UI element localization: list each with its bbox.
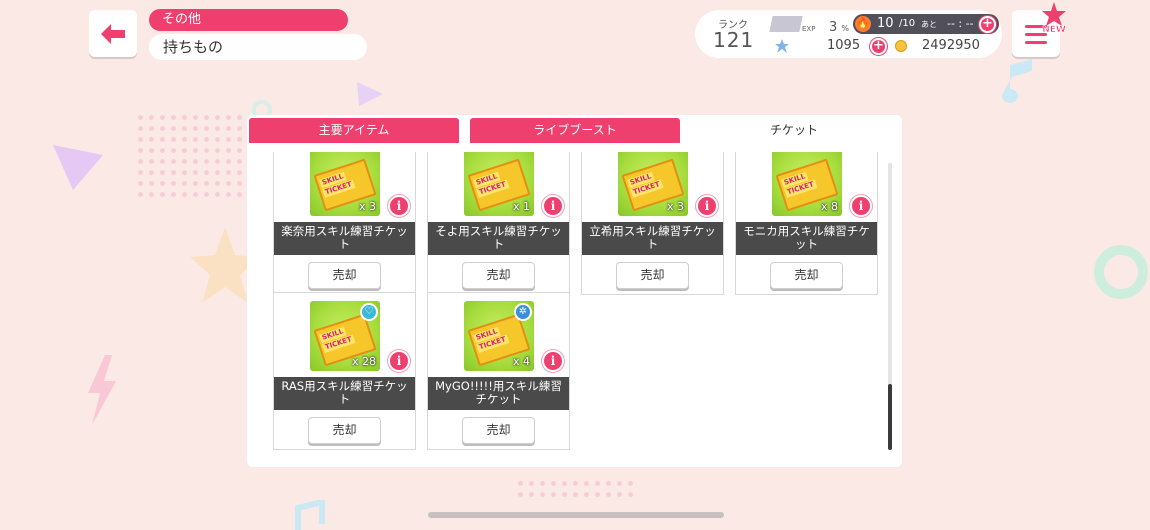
sell-button[interactable]: 売却	[770, 262, 843, 289]
background-triangle-icon	[53, 145, 103, 190]
exp-label: EXP	[802, 25, 816, 33]
ticket-item-card[interactable]: SKILL TICKET x 8 i モニカ用スキル練習チケット 売却	[735, 152, 878, 295]
star-count: 1095	[827, 38, 861, 53]
home-indicator	[428, 512, 724, 518]
skill-ticket-icon: SKILL TICKET x 1	[464, 152, 534, 216]
boost-remaining-label: あと	[921, 20, 937, 29]
category-label: その他	[149, 9, 348, 31]
sell-button[interactable]: 売却	[308, 417, 381, 444]
page-title: 持ちもの	[149, 34, 367, 60]
add-star-button[interactable]: +	[870, 38, 887, 55]
exp-bar	[769, 16, 803, 32]
ticket-name: MyGO!!!!!用スキル練習チケット	[428, 377, 569, 410]
boost-value: 10	[877, 16, 894, 31]
ticket-count: x 28	[351, 355, 376, 368]
background-note-icon	[295, 500, 325, 530]
scrollbar[interactable]	[888, 163, 892, 450]
items-panel: 主要アイテム ライブブースト チケット SKILL TICKET x 3 i 楽…	[247, 115, 902, 467]
ticket-count: x 4	[512, 355, 530, 368]
background-dots	[515, 478, 635, 498]
ticket-count: x 8	[820, 200, 838, 213]
info-icon[interactable]: i	[696, 195, 718, 217]
mygo-band-icon: ✲	[514, 303, 532, 321]
sell-button[interactable]: 売却	[308, 262, 381, 289]
add-boost-button[interactable]: +	[979, 16, 996, 33]
ticket-name: モニカ用スキル練習チケット	[736, 222, 877, 255]
background-bolt-icon	[88, 355, 116, 425]
ticket-count: x 3	[358, 200, 376, 213]
boost-timer: -- : --	[947, 17, 974, 30]
ticket-count: x 3	[666, 200, 684, 213]
info-icon[interactable]: i	[388, 195, 410, 217]
coin-icon	[895, 40, 907, 52]
tab-live-boost[interactable]: ライブブースト	[470, 118, 680, 143]
exp-percent: 3 %	[829, 20, 849, 35]
info-icon[interactable]: i	[388, 350, 410, 372]
new-badge-icon: NEW	[1042, 2, 1066, 34]
sell-button[interactable]: 売却	[616, 262, 689, 289]
skill-ticket-icon: SKILL TICKET x 3	[618, 152, 688, 216]
sell-button[interactable]: 売却	[462, 417, 535, 444]
background-dots	[135, 112, 245, 202]
ticket-item-card[interactable]: SKILL TICKET x 4 ✲ i MyGO!!!!!用スキル練習チケット…	[427, 292, 570, 450]
ticket-item-card[interactable]: SKILL TICKET x 3 i 楽奈用スキル練習チケット 売却	[273, 152, 416, 295]
sell-button[interactable]: 売却	[462, 262, 535, 289]
breadcrumb: その他 持ちもの	[149, 9, 369, 60]
boost-max: /10	[899, 18, 916, 29]
info-icon[interactable]: i	[542, 195, 564, 217]
tab-tickets[interactable]: チケット	[688, 118, 900, 143]
skill-ticket-icon: SKILL TICKET x 28 ♡	[310, 301, 380, 371]
exp-percent-unit: %	[841, 24, 850, 33]
back-arrow-icon	[101, 23, 125, 44]
ticket-item-card[interactable]: SKILL TICKET x 1 i そよ用スキル練習チケット 売却	[427, 152, 570, 295]
ticket-item-card[interactable]: SKILL TICKET x 3 i 立希用スキル練習チケット 売却	[581, 152, 724, 295]
skill-ticket-icon: SKILL TICKET x 4 ✲	[464, 301, 534, 371]
player-status: ランク 121 EXP 3 % 🔥 10 /10 あと -- : -- + 10…	[695, 10, 1002, 58]
skill-ticket-icon: SKILL TICKET x 8	[772, 152, 842, 216]
ticket-name: 立希用スキル練習チケット	[582, 222, 723, 255]
ticket-grid[interactable]: SKILL TICKET x 3 i 楽奈用スキル練習チケット 売却 SKILL…	[247, 152, 887, 455]
ticket-count: x 1	[512, 200, 530, 213]
ticket-name: RAS用スキル練習チケット	[274, 377, 415, 410]
rank-value: 121	[713, 28, 755, 52]
back-button[interactable]	[89, 10, 137, 57]
ticket-item-card[interactable]: SKILL TICKET x 28 ♡ i RAS用スキル練習チケット 売却	[273, 292, 416, 450]
info-icon[interactable]: i	[850, 195, 872, 217]
scrollbar-thumb[interactable]	[888, 384, 892, 450]
ticket-name: 楽奈用スキル練習チケット	[274, 222, 415, 255]
background-ring-icon	[1094, 245, 1148, 299]
skill-ticket-icon: SKILL TICKET x 3	[310, 152, 380, 216]
ras-band-icon: ♡	[360, 303, 378, 321]
new-badge-text: NEW	[1042, 25, 1066, 34]
live-boost-pill: 🔥 10 /10 あと -- : --	[853, 14, 999, 34]
ticket-name: そよ用スキル練習チケット	[428, 222, 569, 255]
background-triangle-icon	[357, 82, 383, 106]
star-gem-icon	[775, 39, 789, 53]
info-icon[interactable]: i	[542, 350, 564, 372]
tab-main-items[interactable]: 主要アイテム	[249, 118, 459, 143]
coin-count: 2492950	[922, 38, 980, 53]
flame-icon: 🔥	[855, 16, 871, 32]
exp-percent-value: 3	[829, 20, 838, 35]
background-note-icon	[1001, 59, 1032, 103]
